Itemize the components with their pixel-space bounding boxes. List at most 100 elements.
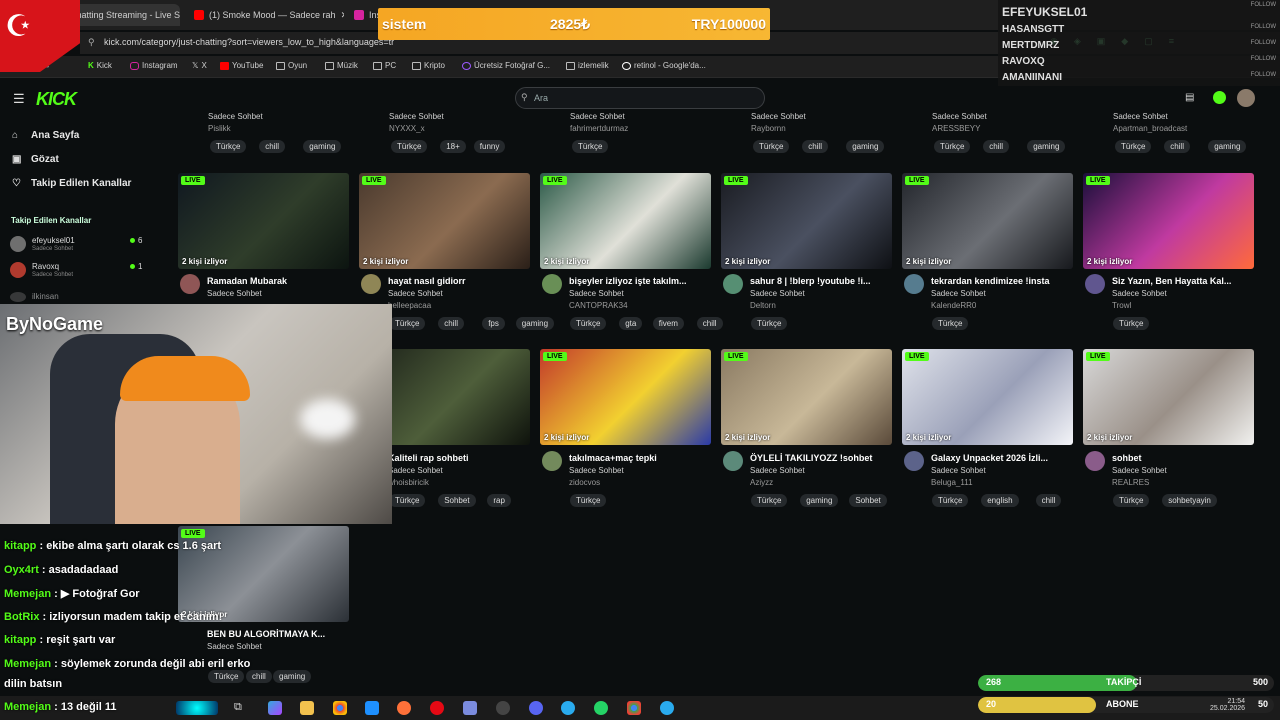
firefox-icon[interactable] (397, 701, 411, 715)
kick-green-icon[interactable] (1213, 91, 1226, 104)
stream-title[interactable]: Ramadan Mubarak (207, 276, 357, 286)
channel-name[interactable]: Beluga_111 (931, 478, 973, 487)
avatar[interactable] (904, 274, 924, 294)
stream-category[interactable]: Sadece Sohbet (931, 466, 986, 475)
app-icon[interactable] (365, 701, 379, 715)
tag[interactable]: Türkçe (934, 140, 971, 153)
tag[interactable]: Türkçe (572, 140, 609, 153)
stream-title[interactable]: Galaxy Unpacket 2026 İzli... (931, 453, 1081, 463)
tag[interactable]: 18+ (440, 140, 466, 153)
browser-tab[interactable]: (1) Smoke Mood — Sadece rah ✕ (186, 4, 344, 26)
tag[interactable]: chill (259, 140, 285, 153)
telegram-icon[interactable] (561, 701, 575, 715)
stream-category[interactable]: Sadece Sohbet (932, 112, 987, 121)
channel-name[interactable]: Pislikk (208, 124, 231, 133)
browser-tab[interactable]: Ins (346, 4, 380, 26)
avatar[interactable] (180, 274, 200, 294)
avatar[interactable] (723, 451, 743, 471)
tag[interactable]: gaming (1208, 140, 1247, 153)
stream-thumbnail[interactable]: LIVE 2 kişi izliyor (902, 173, 1073, 269)
channel-name[interactable]: fahrimertdurmaz (570, 124, 628, 133)
tag[interactable]: chill (438, 317, 464, 330)
tag[interactable]: gaming (800, 494, 839, 507)
tag[interactable]: Türkçe (751, 494, 788, 507)
channel-name[interactable]: ARESSBEYY (932, 124, 980, 133)
avatar[interactable] (1085, 274, 1105, 294)
site-info-icon[interactable]: ⚲ (88, 37, 95, 48)
tag[interactable]: fivem (652, 317, 684, 330)
stream-category[interactable]: Sadece Sohbet (207, 642, 262, 651)
tag[interactable]: Türkçe (570, 494, 607, 507)
tag[interactable]: Türkçe (570, 317, 607, 330)
tag[interactable]: gaming (303, 140, 342, 153)
steam-icon[interactable] (496, 701, 510, 715)
tag[interactable]: chill (983, 140, 1009, 153)
file-explorer-icon[interactable] (300, 701, 314, 715)
avatar[interactable] (1237, 89, 1255, 107)
stream-title[interactable]: hayat nasıl gidiorr (388, 276, 538, 286)
channel-name[interactable]: Trowl (1112, 301, 1131, 310)
avatar[interactable] (1085, 451, 1105, 471)
chat-username[interactable]: kitapp (4, 634, 36, 646)
hamburger-menu-icon[interactable]: ☰ (13, 91, 25, 107)
avatar[interactable] (723, 274, 743, 294)
tag[interactable]: funny (473, 140, 506, 153)
bookmark-foto[interactable]: Ücretsiz Fotoğraf G... (462, 61, 550, 70)
search-input[interactable] (515, 87, 765, 109)
tag[interactable]: rap (487, 494, 511, 507)
channel-name[interactable]: KalendeRR0 (931, 301, 976, 310)
chat-username[interactable]: Memejan (4, 701, 51, 713)
channel-name[interactable]: helleepacaa (388, 301, 431, 310)
stream-thumbnail[interactable]: LIVE 2 kişi izliyor (1083, 173, 1254, 269)
channel-name[interactable]: Apartman_broadcast (1113, 124, 1187, 133)
stream-thumbnail[interactable]: LIVE 2 kişi izliyor (902, 349, 1073, 445)
tag[interactable]: Türkçe (389, 317, 426, 330)
channel-name[interactable]: zidocvos (569, 478, 600, 487)
stream-category[interactable]: Sadece Sohbet (750, 466, 805, 475)
stream-category[interactable]: Sadece Sohbet (208, 112, 263, 121)
stream-title[interactable]: Siz Yazın, Ben Hayatta Kal... (1112, 276, 1262, 286)
stream-category[interactable]: Sadece Sohbet (750, 289, 805, 298)
tag[interactable]: Türkçe (1113, 494, 1150, 507)
chat-username[interactable]: kitapp (4, 540, 36, 552)
stream-title[interactable]: sahur 8 | !blerp !youtube !i... (750, 276, 900, 286)
bookmark-google[interactable]: retinol - Google'da... (622, 61, 706, 70)
stream-title[interactable]: Kaliteli rap sohbeti (388, 453, 538, 463)
chrome-icon[interactable] (333, 701, 347, 715)
tag[interactable]: Türkçe (391, 140, 428, 153)
stream-title[interactable]: bişeyler izliyoz işte takılm... (569, 276, 719, 286)
stream-category[interactable]: Sadece Sohbet (1112, 466, 1167, 475)
bookmark-folder-muzik[interactable]: Müzik (325, 61, 358, 70)
tag[interactable]: fps (482, 317, 505, 330)
nav-home[interactable]: ⌂ Ana Sayfa (12, 130, 79, 141)
followed-channel[interactable]: efeyuksel01 Sadece Sohbet 6 (10, 236, 160, 256)
channel-name[interactable]: whoisbiricik (388, 478, 429, 487)
stream-category[interactable]: Sadece Sohbet (1113, 112, 1168, 121)
chat-username[interactable]: Memejan (4, 658, 51, 670)
tag[interactable]: chill (246, 670, 272, 683)
chat-username[interactable]: Oyx4rt (4, 564, 39, 576)
close-icon[interactable]: ✕ (341, 10, 344, 21)
tag[interactable]: chill (1035, 494, 1062, 507)
stream-title[interactable]: tekrardan kendimizee !insta (931, 276, 1081, 286)
kick-logo[interactable]: KICK (36, 89, 77, 110)
bookmark-instagram[interactable]: Instagram (130, 61, 178, 70)
tag[interactable]: Sohbet (438, 494, 476, 507)
channel-name[interactable]: Raybornn (751, 124, 786, 133)
avatar[interactable] (361, 274, 381, 294)
stream-category[interactable]: Sadece Sohbet (569, 289, 624, 298)
stream-category[interactable]: Sadece Sohbet (569, 466, 624, 475)
channel-name[interactable]: NYXXX_x (389, 124, 425, 133)
tag[interactable]: english (981, 494, 1019, 507)
task-view-icon[interactable]: ⧉ (234, 701, 248, 715)
stream-category[interactable]: Sadece Sohbet (389, 112, 444, 121)
discord-icon[interactable] (529, 701, 543, 715)
stream-category[interactable]: Sadece Sohbet (207, 289, 262, 298)
bookmark-youtube[interactable]: YouTube (220, 61, 263, 70)
bookmark-folder-kripto[interactable]: Kripto (412, 61, 445, 70)
bookmark-folder-pc[interactable]: PC (373, 61, 396, 70)
bookmark-folder-oyun[interactable]: Oyun (276, 61, 307, 70)
stream-title[interactable]: ÖYLELİ TAKILIYOZZ !sohbet (750, 453, 900, 463)
nav-following[interactable]: ♡ Takip Edilen Kanallar (12, 178, 131, 189)
inbox-icon[interactable]: ▤ (1185, 92, 1194, 103)
